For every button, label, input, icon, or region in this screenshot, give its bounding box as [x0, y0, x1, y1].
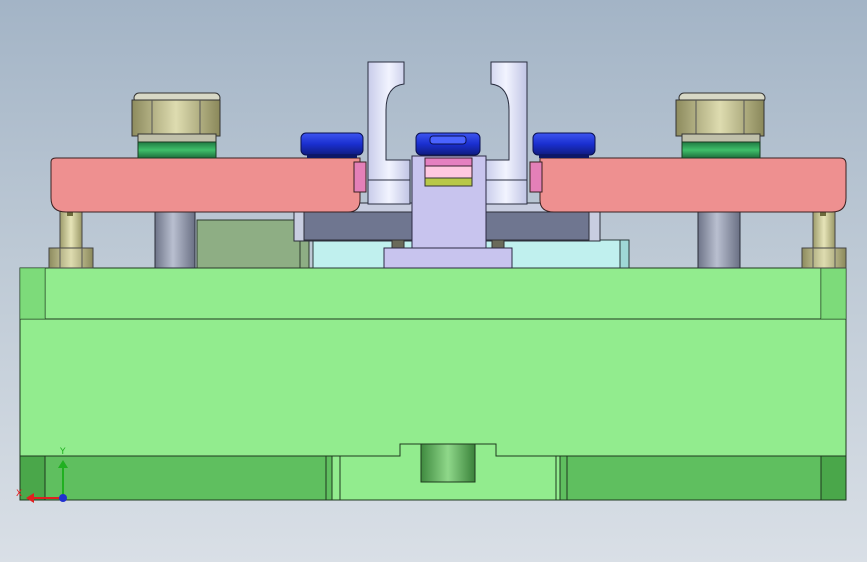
assembly-model[interactable]: Y X — [0, 0, 867, 562]
blue-clamp-left — [300, 132, 364, 158]
bracket-right — [484, 61, 528, 205]
blue-clamp-center — [415, 132, 481, 156]
stripper-plate-right[interactable] — [529, 157, 847, 213]
y-axis-label: Y — [59, 447, 66, 457]
base-bottom-pocket-left — [19, 455, 333, 501]
hex-nut-left — [131, 92, 221, 159]
olive-block — [196, 219, 310, 269]
x-axis-label: X — [16, 489, 22, 499]
bracket-left — [367, 61, 411, 205]
z-axis-dot — [59, 494, 67, 502]
base-bottom-pocket-right — [559, 455, 847, 501]
stripper-plate-left[interactable] — [50, 157, 367, 213]
cad-viewport[interactable]: Y X — [0, 0, 867, 562]
blue-clamp-right — [532, 132, 596, 158]
hex-nut-right — [675, 92, 766, 159]
